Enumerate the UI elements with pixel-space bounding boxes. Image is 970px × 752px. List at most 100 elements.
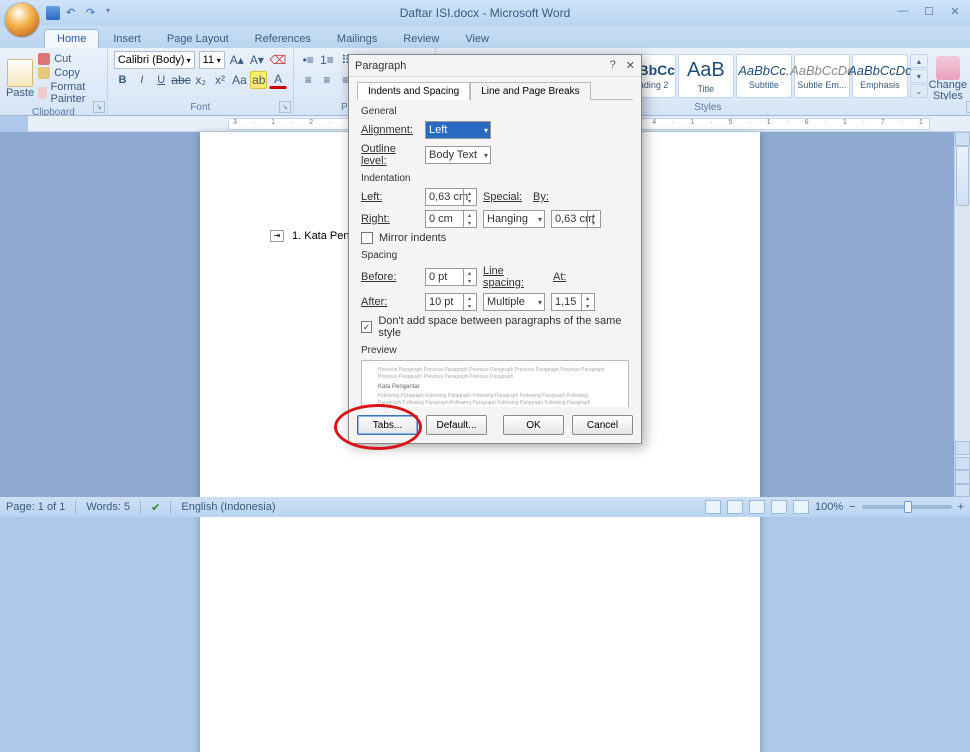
titlebar: ↶ ↷ ▾ Daftar ISI.docx - Microsoft Word —…: [0, 0, 970, 26]
undo-icon[interactable]: ↶: [66, 6, 80, 20]
dialog-help-button[interactable]: ?: [610, 59, 616, 72]
alignment-select[interactable]: Left▾: [425, 121, 491, 139]
outline-select[interactable]: Body Text▾: [425, 146, 491, 164]
scroll-down-button[interactable]: [955, 441, 970, 455]
dialog-titlebar[interactable]: Paragraph ? ✕: [349, 55, 641, 77]
change-case-button[interactable]: Aa: [231, 71, 248, 89]
dialog-close-button[interactable]: ✕: [626, 59, 635, 72]
tab-insert[interactable]: Insert: [101, 30, 153, 48]
font-name-combo[interactable]: Calibri (Body)▾: [114, 51, 195, 69]
format-painter-button[interactable]: Format Painter: [38, 81, 101, 105]
tab-view[interactable]: View: [453, 30, 501, 48]
strike-button[interactable]: abc: [172, 71, 190, 89]
browse-object-button[interactable]: [955, 470, 970, 483]
office-button[interactable]: [4, 2, 40, 38]
paste-label: Paste: [6, 87, 34, 99]
qat-more-icon[interactable]: ▾: [106, 6, 120, 20]
numbering-button[interactable]: 1≡: [319, 51, 336, 69]
status-bar: Page: 1 of 1 Words: 5 ✔ English (Indones…: [0, 497, 970, 517]
tab-home[interactable]: Home: [44, 29, 99, 48]
tab-indents-spacing[interactable]: Indents and Spacing: [357, 82, 470, 100]
by-label: By:: [533, 191, 557, 203]
highlight-button[interactable]: ab: [250, 71, 267, 89]
subscript-button[interactable]: x₂: [192, 71, 209, 89]
outline-label: Outline level:: [361, 143, 419, 167]
zoom-thumb[interactable]: [904, 501, 912, 513]
grow-font-button[interactable]: A▴: [229, 51, 245, 69]
dontadd-checkbox[interactable]: ✓: [361, 321, 372, 333]
ind-right-spin[interactable]: 0 cm▴▾: [425, 210, 477, 228]
font-dialog-launcher[interactable]: ↘: [279, 101, 291, 113]
mirror-checkbox[interactable]: [361, 232, 373, 244]
ok-button[interactable]: OK: [503, 415, 564, 435]
styles-dialog-launcher[interactable]: ↘: [966, 101, 970, 113]
at-spin[interactable]: 1,15▴▾: [551, 293, 595, 311]
linesp-select[interactable]: Multiple▾: [483, 293, 545, 311]
tabs-button[interactable]: Tabs...: [357, 415, 418, 435]
status-page[interactable]: Page: 1 of 1: [6, 501, 65, 513]
superscript-button[interactable]: x²: [211, 71, 228, 89]
zoom-slider[interactable]: [862, 505, 952, 509]
align-center-button[interactable]: ≡: [319, 71, 336, 89]
underline-button[interactable]: U: [153, 71, 170, 89]
group-clipboard: Paste Cut Copy Format Painter Clipboard …: [0, 48, 108, 115]
before-spin[interactable]: 0 pt▴▾: [425, 268, 477, 286]
italic-button[interactable]: I: [133, 71, 150, 89]
dialog-buttons: Tabs... Default... OK Cancel: [349, 407, 641, 443]
after-spin[interactable]: 10 pt▴▾: [425, 293, 477, 311]
tab-page-layout[interactable]: Page Layout: [155, 30, 241, 48]
bold-button[interactable]: B: [114, 71, 131, 89]
view-print-layout[interactable]: [705, 500, 721, 514]
ribbon-tabs: Home Insert Page Layout References Maili…: [0, 26, 970, 48]
bullets-button[interactable]: •≡: [300, 51, 317, 69]
clipboard-dialog-launcher[interactable]: ↘: [93, 101, 105, 113]
font-color-button[interactable]: A: [269, 71, 286, 89]
copy-button[interactable]: Copy: [38, 67, 101, 79]
by-spin[interactable]: 0,63 cm▴▾: [551, 210, 601, 228]
clear-format-button[interactable]: ⌫: [269, 51, 287, 69]
zoom-out-button[interactable]: −: [849, 501, 855, 513]
view-web-layout[interactable]: [749, 500, 765, 514]
style-tile[interactable]: AaBbCcDcEmphasis: [852, 54, 908, 98]
browse-prev-button[interactable]: [955, 457, 970, 470]
paste-button[interactable]: Paste: [6, 51, 34, 99]
status-proofing-icon[interactable]: ✔: [151, 501, 160, 514]
save-icon[interactable]: [46, 6, 60, 20]
paragraph-dialog: Paragraph ? ✕ Indents and Spacing Line a…: [348, 54, 642, 444]
shrink-font-button[interactable]: A▾: [249, 51, 265, 69]
scroll-thumb[interactable]: [956, 146, 969, 206]
default-button[interactable]: Default...: [426, 415, 487, 435]
tab-mailings[interactable]: Mailings: [325, 30, 389, 48]
align-left-button[interactable]: ≡: [300, 71, 317, 89]
view-outline[interactable]: [771, 500, 787, 514]
tab-references[interactable]: References: [243, 30, 323, 48]
minimize-button[interactable]: —: [894, 4, 912, 18]
status-language[interactable]: English (Indonesia): [181, 501, 275, 513]
vertical-scrollbar[interactable]: [954, 132, 970, 497]
group-font: Calibri (Body)▾ 11▾ A▴ A▾ ⌫ B I U abc x₂…: [108, 48, 294, 115]
tab-line-page-breaks[interactable]: Line and Page Breaks: [470, 82, 590, 100]
maximize-button[interactable]: ☐: [920, 4, 938, 18]
zoom-in-button[interactable]: +: [958, 501, 964, 513]
close-button[interactable]: ✕: [946, 4, 964, 18]
browse-next-button[interactable]: [955, 484, 970, 497]
cancel-button[interactable]: Cancel: [572, 415, 633, 435]
style-tile[interactable]: AaBTitle: [678, 54, 734, 98]
change-styles-button[interactable]: Change Styles: [926, 54, 970, 100]
ind-left-spin[interactable]: 0,63 cm▴▾: [425, 188, 477, 206]
special-select[interactable]: Hanging▾: [483, 210, 545, 228]
scroll-up-button[interactable]: [955, 132, 970, 146]
style-tile[interactable]: AaBbCcDcSubtle Em...: [794, 54, 850, 98]
redo-icon[interactable]: ↷: [86, 6, 100, 20]
zoom-level[interactable]: 100%: [815, 501, 843, 513]
section-general: General: [361, 106, 629, 117]
status-words[interactable]: Words: 5: [86, 501, 130, 513]
special-label: Special:: [483, 191, 527, 203]
cut-button[interactable]: Cut: [38, 53, 101, 65]
tab-review[interactable]: Review: [391, 30, 451, 48]
view-draft[interactable]: [793, 500, 809, 514]
font-size-combo[interactable]: 11▾: [199, 51, 225, 69]
view-full-screen[interactable]: [727, 500, 743, 514]
style-tile[interactable]: AaBbCc.Subtitle: [736, 54, 792, 98]
window-title: Daftar ISI.docx - Microsoft Word: [400, 6, 571, 20]
